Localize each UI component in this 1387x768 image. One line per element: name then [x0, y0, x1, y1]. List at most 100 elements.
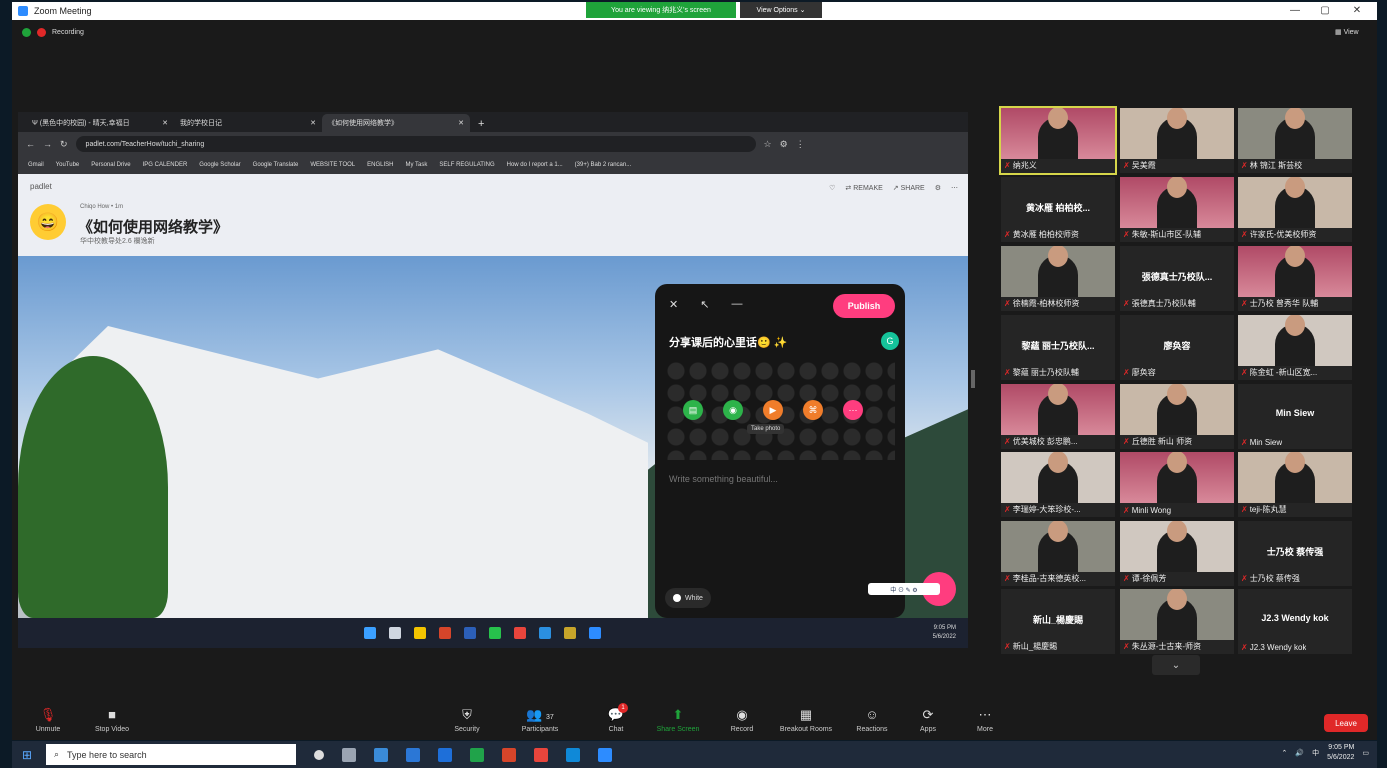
bookmark-item[interactable]: Google Translate: [253, 162, 299, 168]
bookmark-item[interactable]: IPG CALENDER: [143, 162, 188, 168]
zoom-icon[interactable]: [598, 747, 612, 762]
notification-icon[interactable]: ▭: [1362, 749, 1369, 757]
link-icon[interactable]: ⌘: [803, 400, 823, 420]
participant-tile[interactable]: 黄冰雁 柏柏校... ✗ 黄冰雁 柏柏校师资: [1001, 177, 1115, 242]
close-button[interactable]: ✕: [1342, 2, 1372, 18]
more-options-icon[interactable]: ⋯: [843, 400, 863, 420]
stop-video-button[interactable]: ■ Stop Video: [82, 708, 142, 734]
powerpoint-icon[interactable]: [502, 747, 516, 762]
participant-tile[interactable]: ✗ 吴美霞: [1120, 108, 1234, 173]
participant-tile[interactable]: Min Siew ✗ Min Siew: [1238, 384, 1352, 449]
excel-icon[interactable]: [470, 747, 484, 762]
chat-button[interactable]: 💬 Chat: [586, 708, 646, 734]
color-picker[interactable]: White: [665, 588, 711, 608]
browser-tab-active[interactable]: 《如何使用网络教学》 ✕: [322, 114, 470, 132]
leave-button[interactable]: Leave: [1324, 714, 1368, 732]
view-options-button[interactable]: View Options ⌄: [740, 2, 822, 18]
participant-tile[interactable]: J2.3 Wendy kok ✗ J2.3 Wendy kok: [1238, 589, 1352, 654]
camera-icon[interactable]: ◉: [723, 400, 743, 420]
unmute-button[interactable]: 🎙 Unmute: [18, 708, 78, 734]
browser-tab[interactable]: Ψ (黑色中的校园) - 晴天,幸福日 ✕: [26, 114, 174, 132]
reactions-button[interactable]: ☺ Reactions: [842, 708, 902, 734]
bookmark-item[interactable]: YouTube: [56, 162, 80, 168]
share-screen-button[interactable]: ⬆ Share Screen: [648, 708, 708, 734]
like-icon[interactable]: ♡: [829, 184, 835, 192]
view-button[interactable]: ▦ View: [1335, 28, 1359, 36]
participant-tile[interactable]: ✗ 许家氏-优美校师资: [1238, 177, 1352, 242]
maximize-button[interactable]: ▢: [1310, 2, 1340, 18]
minimize-button[interactable]: —: [1280, 2, 1310, 18]
participant-tile[interactable]: ✗ teji-陈丸慧: [1238, 452, 1352, 517]
extensions-icon[interactable]: ⚙: [780, 139, 788, 150]
publish-button[interactable]: Publish: [833, 294, 895, 318]
participant-tile[interactable]: ✗ 优美城校 彭忠鹏...: [1001, 384, 1115, 449]
edge-icon[interactable]: [566, 747, 580, 762]
participant-tile[interactable]: 廖奂容 ✗ 廖奂容: [1120, 315, 1234, 380]
participant-tile[interactable]: ✗ 丘德胜 新山 师资: [1120, 384, 1234, 449]
bookmark-item[interactable]: ENGLISH: [367, 162, 393, 168]
star-icon[interactable]: ☆: [764, 139, 772, 150]
expand-icon[interactable]: ↖: [700, 298, 709, 311]
participant-tile[interactable]: ✗ 李瑞婷-大笨珍校-...: [1001, 452, 1115, 517]
menu-icon[interactable]: ⋮: [796, 139, 805, 150]
browser-tab[interactable]: 我的学校日记 ✕: [174, 114, 322, 132]
participant-tile[interactable]: ✗ 徐楠霞-柏林校师资: [1001, 246, 1115, 311]
gallery-next-page-button[interactable]: ⌄: [1152, 655, 1200, 675]
participant-tile[interactable]: ✗ 李桂品-古来德英校...: [1001, 521, 1115, 586]
participants-button[interactable]: 👥 37 Participants: [510, 708, 570, 734]
minimize-icon[interactable]: —: [731, 298, 742, 311]
post-title-field[interactable]: 分享课后的心里话🙂 ✨: [669, 334, 787, 350]
news-icon[interactable]: [374, 747, 388, 762]
bookmark-item[interactable]: Gmail: [28, 162, 44, 168]
ime-indicator[interactable]: 中: [1312, 748, 1319, 758]
participant-tile[interactable]: ✗ 陈金虹 -新山区宽...: [1238, 315, 1352, 380]
tab-close-icon[interactable]: ✕: [458, 119, 464, 127]
task-view-icon[interactable]: [342, 747, 356, 762]
chrome-icon[interactable]: [534, 747, 548, 762]
security-button[interactable]: ⛨ Security: [437, 708, 497, 734]
tab-close-icon[interactable]: ✕: [162, 119, 168, 127]
close-icon[interactable]: ✕: [669, 298, 678, 311]
new-tab-button[interactable]: +: [478, 118, 484, 130]
video-icon[interactable]: ▶: [763, 400, 783, 420]
participant-tile[interactable]: ✗ 林 锦江 斯芸校: [1238, 108, 1352, 173]
remake-button[interactable]: ⇄ REMAKE: [845, 184, 882, 192]
participant-tile[interactable]: ✗ 朱敏-斯山市区-队辅: [1120, 177, 1234, 242]
record-button[interactable]: ◉ Record: [712, 708, 772, 734]
tab-close-icon[interactable]: ✕: [310, 119, 316, 127]
participant-tile[interactable]: ✗ 谭-徐佩芳: [1120, 521, 1234, 586]
forward-icon[interactable]: →: [43, 139, 52, 149]
back-icon[interactable]: ←: [26, 139, 35, 149]
participant-tile[interactable]: ✗ 朱丛源-士古来-师资: [1120, 589, 1234, 654]
apps-button[interactable]: ⟳ Apps: [898, 708, 958, 734]
tray-overflow-icon[interactable]: ⌃: [1282, 749, 1288, 757]
start-icon[interactable]: ⊞: [12, 748, 42, 762]
ime-toolbar[interactable]: 中 ⊙ ✎ ⚙: [868, 583, 940, 595]
shield-icon[interactable]: [22, 28, 31, 37]
participant-tile[interactable]: 士乃校 蔡传强 ✗ 士乃校 蔡传强: [1238, 521, 1352, 586]
grammarly-icon[interactable]: G: [881, 332, 899, 350]
breakout-rooms-button[interactable]: ▦ Breakout Rooms: [776, 708, 836, 734]
cortana-icon[interactable]: [314, 749, 324, 760]
participant-tile[interactable]: ✗ Minli Wong: [1120, 452, 1234, 517]
padlet-logo[interactable]: padlet: [30, 182, 52, 191]
files-icon[interactable]: [438, 747, 452, 762]
bookmark-item[interactable]: Google Scholar: [199, 162, 240, 168]
taskbar-search[interactable]: ⌕ Type here to search: [46, 744, 296, 765]
mail-icon[interactable]: [406, 747, 420, 762]
participant-tile[interactable]: 張德真士乃校队... ✗ 張德真士乃校队輔: [1120, 246, 1234, 311]
url-field[interactable]: padlet.com/TeacherHow/tuchi_sharing: [75, 136, 756, 152]
more-button[interactable]: ⋯ More: [955, 708, 1015, 734]
bookmark-item[interactable]: (39+) Bab 2 rancan...: [575, 162, 632, 168]
participant-tile[interactable]: 新山_楊慶賜 ✗ 新山_楊慶賜: [1001, 589, 1115, 654]
participant-tile[interactable]: ✗ 士乃校 曾秀华 队輔: [1238, 246, 1352, 311]
bookmark-item[interactable]: My Task: [406, 162, 428, 168]
more-icon[interactable]: ⋯: [951, 184, 958, 192]
bookmark-item[interactable]: How do I report a 1...: [507, 162, 563, 168]
post-body-field[interactable]: Write something beautiful...: [669, 474, 778, 484]
bookmark-item[interactable]: SELF REGULATING: [439, 162, 494, 168]
taskbar-clock[interactable]: 9:05 PM 5/6/2022: [1327, 743, 1354, 763]
volume-icon[interactable]: 🔊: [1295, 749, 1304, 757]
settings-icon[interactable]: ⚙: [935, 184, 941, 192]
upload-file-icon[interactable]: ▤: [683, 400, 703, 420]
